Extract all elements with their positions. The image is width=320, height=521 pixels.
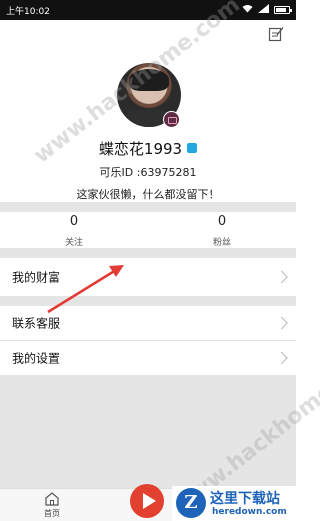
- brand-url: heredown.com: [212, 507, 287, 517]
- home-icon[interactable]: [44, 491, 60, 506]
- site-logo: Z 这里下载站 heredown.com: [172, 486, 296, 521]
- play-button[interactable]: [130, 484, 164, 518]
- brand-title: 这里下载站: [210, 491, 280, 507]
- nav-home-label[interactable]: 首页: [36, 508, 68, 519]
- annotation-arrow: [47, 265, 124, 314]
- logo-mark-icon: Z: [176, 488, 206, 518]
